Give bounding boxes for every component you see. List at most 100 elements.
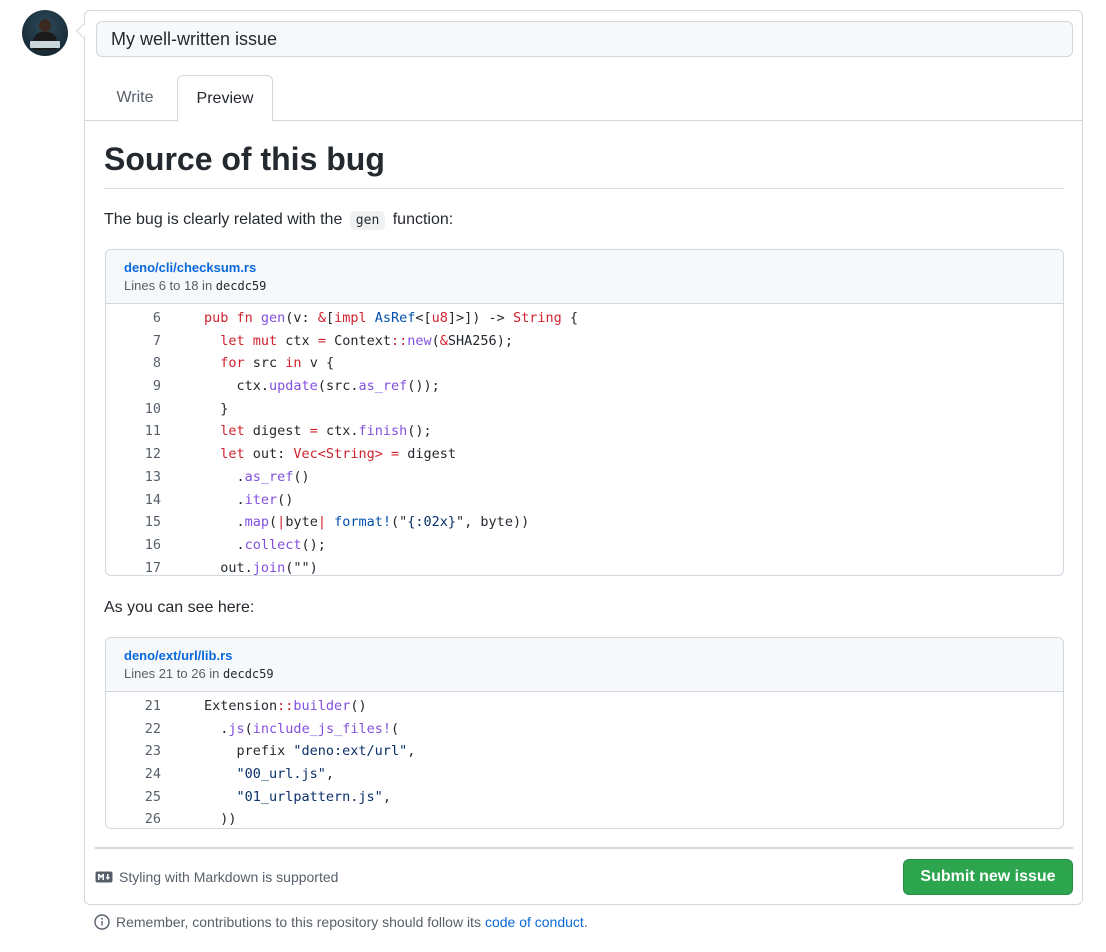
code-token: <[ (415, 310, 432, 326)
line-number[interactable]: 24 (121, 763, 161, 786)
code-token: AsRef (374, 310, 416, 326)
code-token: Vec<String> = (293, 446, 408, 463)
snippet-commit-sha[interactable]: decdc59 (223, 667, 274, 681)
line-number[interactable]: 22 (121, 718, 161, 741)
code-token: format! (334, 514, 391, 531)
code-token: ctx. (204, 378, 270, 395)
line-number[interactable]: 7 (121, 330, 161, 353)
snippet-code-body: 6 pub fn gen(v: &[impl AsRef<[u8]>]) -> S… (106, 304, 1063, 576)
line-code: .js(include_js_files!( (204, 718, 399, 741)
line-number[interactable]: 9 (121, 375, 161, 398)
code-line: 10 } (121, 398, 1063, 421)
code-token: finish (358, 423, 408, 440)
user-avatar[interactable] (22, 10, 68, 56)
code-token: } (204, 400, 229, 417)
markdown-note-text: Styling with Markdown is supported (119, 869, 339, 885)
line-number[interactable]: 26 (121, 808, 161, 828)
code-token: () (293, 468, 310, 485)
code-token: iter (244, 491, 278, 508)
code-line: 25 "01_urlpattern.js", (121, 786, 1063, 809)
code-line: 16 .collect(); (121, 534, 1063, 557)
code-token: = (309, 423, 326, 440)
code-line: 22 .js(include_js_files!( (121, 718, 1063, 741)
code-token: out: (252, 446, 294, 463)
markdown-support-note[interactable]: Styling with Markdown is supported (95, 869, 338, 885)
line-number[interactable]: 23 (121, 740, 161, 763)
snippet-lines-text: Lines 21 to 26 in (124, 666, 224, 681)
code-token: , (325, 766, 335, 783)
line-code: .collect(); (204, 534, 326, 557)
code-line: 21 Extension::builder() (121, 695, 1063, 718)
code-snippet-url-lib: deno/ext/url/lib.rs Lines 21 to 26 in de… (105, 637, 1064, 829)
code-token: digest (407, 446, 456, 463)
code-token: let mut (220, 332, 286, 349)
avatar-laptop (30, 41, 60, 48)
snippet-header: deno/ext/url/lib.rs Lines 21 to 26 in de… (106, 638, 1063, 692)
line-number[interactable]: 8 (121, 352, 161, 375)
line-number[interactable]: 12 (121, 443, 161, 466)
code-token: (); (301, 536, 326, 553)
line-code: let out: Vec<String> = digest (204, 443, 456, 466)
code-token: () (350, 698, 367, 714)
line-number[interactable]: 25 (121, 786, 161, 809)
heading-divider (104, 188, 1064, 189)
line-code: .as_ref() (204, 466, 310, 489)
line-number[interactable]: 13 (121, 466, 161, 489)
snippet-file-link[interactable]: deno/ext/url/lib.rs (124, 648, 1045, 663)
code-token: String (512, 310, 562, 326)
tab-preview[interactable]: Preview (177, 75, 273, 122)
code-token: ( (390, 720, 400, 737)
code-of-conduct-link[interactable]: code of conduct (485, 914, 584, 930)
code-token: out. (204, 559, 253, 576)
line-code: ctx.update(src.as_ref()); (204, 375, 440, 398)
code-token: builder (293, 698, 351, 714)
line-code: prefix "deno:ext/url", (204, 740, 416, 763)
line-number[interactable]: 15 (121, 511, 161, 534)
line-number[interactable]: 6 (121, 307, 161, 330)
code-token: join (252, 559, 286, 576)
code-token: (src. (317, 378, 359, 395)
issue-form: My well-written issue Write Preview Sour… (84, 10, 1083, 905)
code-token: src (252, 355, 286, 372)
code-token: map (244, 514, 270, 531)
code-token: collect (244, 536, 302, 553)
code-line: 23 prefix "deno:ext/url", (121, 740, 1063, 763)
line-code: pub fn gen(v: &[impl AsRef<[u8]>]) -> St… (204, 307, 578, 330)
code-token: as_ref (244, 468, 294, 485)
line-number[interactable]: 21 (121, 695, 161, 718)
line-code: .map(|byte| format!("{:02x}", byte)) (204, 511, 530, 534)
code-token: for (220, 355, 253, 372)
line-number[interactable]: 11 (121, 420, 161, 443)
snippet-file-link[interactable]: deno/cli/checksum.rs (124, 260, 1045, 275)
code-token: {:02x} (407, 514, 457, 531)
code-token: (" (391, 514, 408, 531)
code-token: Extension (204, 698, 278, 714)
code-token: & (317, 310, 326, 326)
line-code: } (204, 398, 228, 421)
code-line: 24 "00_url.js", (121, 763, 1063, 786)
line-number[interactable]: 17 (121, 557, 161, 575)
code-token: as_ref (358, 378, 408, 395)
code-token: = (317, 332, 335, 349)
code-token: . (204, 491, 245, 508)
snippet-code-body: 21 Extension::builder() 22 .js(include_js_… (106, 692, 1063, 828)
line-code: let mut ctx = Context::new(&SHA256); (204, 330, 513, 353)
tab-write[interactable]: Write (95, 75, 175, 121)
code-token: | (317, 514, 335, 531)
line-number[interactable]: 10 (121, 398, 161, 421)
code-token: :: (390, 332, 408, 349)
reminder-text: Remember, contributions to this reposito… (116, 914, 481, 930)
submit-new-issue-button[interactable]: Submit new issue (903, 859, 1073, 895)
snippet-commit-sha[interactable]: decdc59 (216, 279, 267, 293)
code-line: 14 .iter() (121, 489, 1063, 512)
issue-title-input[interactable]: My well-written issue (96, 21, 1073, 57)
avatar-head (39, 19, 51, 32)
code-token: in (285, 355, 310, 372)
code-token: ctx (285, 332, 318, 349)
line-number[interactable]: 14 (121, 489, 161, 512)
code-token: . (204, 536, 245, 553)
line-number[interactable]: 16 (121, 534, 161, 557)
